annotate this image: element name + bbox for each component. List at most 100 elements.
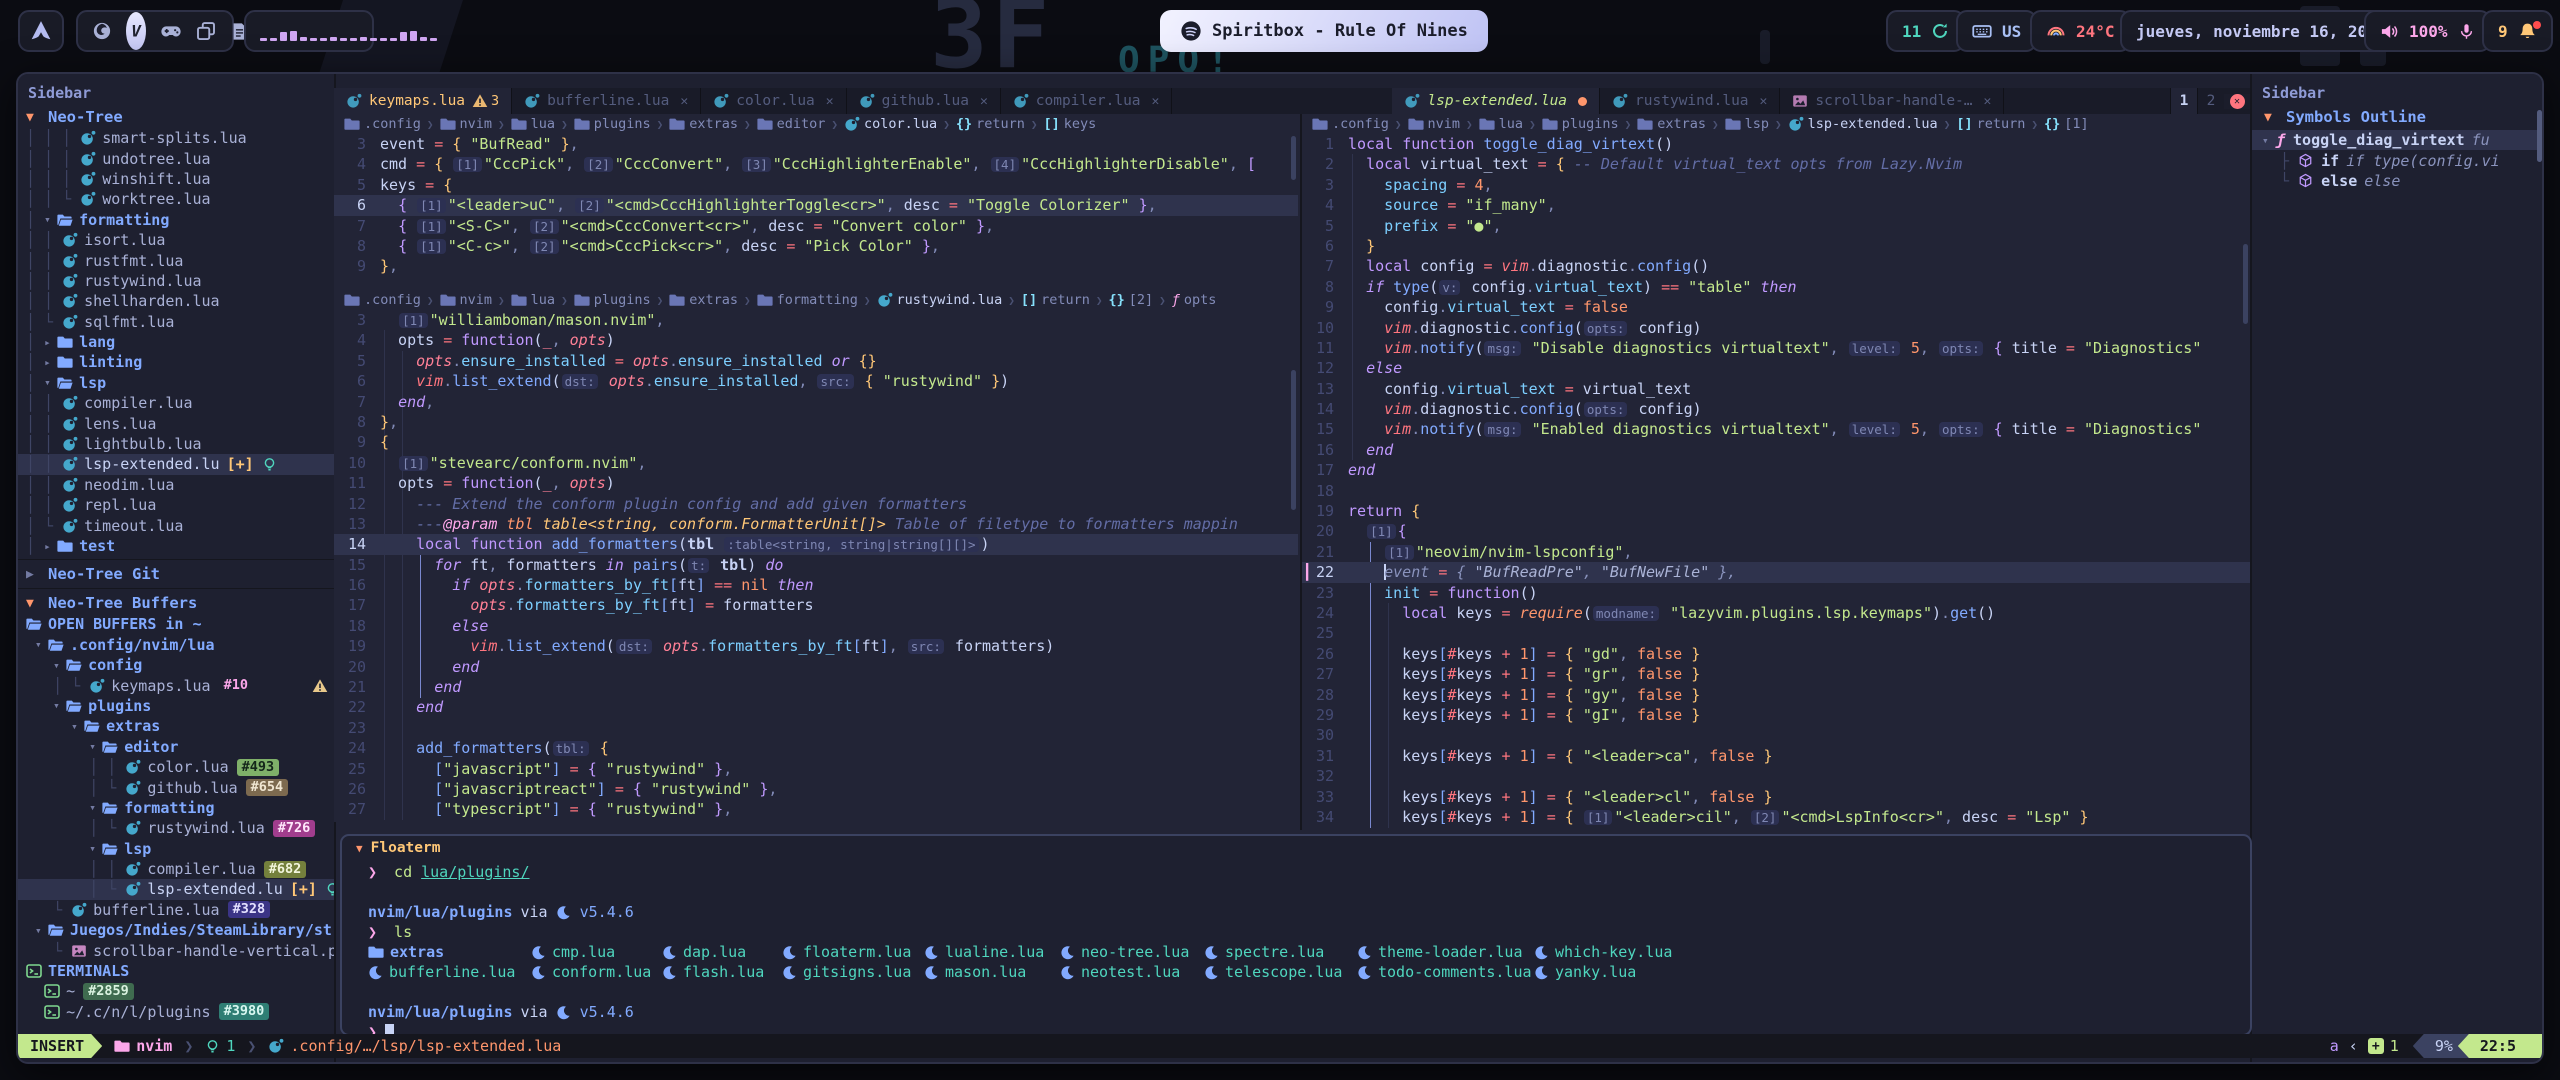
breadcrumb-item[interactable]: .config [1332, 116, 1389, 132]
tab-rustywind.lua[interactable]: rustywind.lua✕ [1600, 88, 1780, 114]
code-line[interactable]: 23 [334, 718, 1298, 738]
ls-file-entry[interactable]: which-key.lua [1534, 942, 1672, 962]
pane-scrollbar[interactable] [2243, 244, 2248, 324]
code-line[interactable]: 20 [1]{ [1302, 521, 2250, 541]
tree-item-repl.lua[interactable]: │ │ repl.lua [18, 495, 334, 515]
tree-item-.config-nvim-lua[interactable]: ▾.config/nvim/lua [18, 635, 334, 655]
tree-item-neodim.lua[interactable]: │ │ neodim.lua [18, 475, 334, 495]
tree-item-github.lua[interactable]: │ └ github.lua#654 [18, 777, 334, 797]
outline-item-if[interactable]: ├ ifif type(config.vi [2252, 150, 2544, 170]
tree-item-extras[interactable]: ▾extras [18, 716, 334, 736]
workspace-firefox[interactable] [92, 16, 112, 46]
code-line[interactable]: 22 end [334, 697, 1298, 717]
breadcrumb-item[interactable]: plugins [594, 116, 651, 132]
ls-file-entry[interactable]: neotest.lua [1060, 962, 1204, 982]
breadcrumb-item[interactable]: color.lua [864, 116, 937, 132]
code-line[interactable]: 5 opts.ensure_installed = opts.ensure_in… [334, 351, 1298, 371]
media-player-widget[interactable]: Spiritbox - Rule Of Nines [1160, 10, 1488, 52]
tree-item-juegos-indies-steamlibrary-st[interactable]: ▾Juegos/Indies/SteamLibrary/st [18, 920, 334, 940]
breadcrumb-item[interactable]: lsp-extended.lua [1808, 116, 1938, 132]
code-line[interactable]: 5keys = { [334, 175, 1298, 195]
keyboard-layout-widget[interactable]: US [1956, 10, 2037, 52]
code-line[interactable]: 25 [1302, 623, 2250, 643]
breadcrumb-item[interactable]: extras [689, 292, 738, 308]
tree-item-worktree.lua[interactable]: │ │ └ worktree.lua [18, 189, 334, 209]
breadcrumb-item[interactable]: return [976, 116, 1025, 132]
code-line[interactable]: 7 end, [334, 392, 1298, 412]
tree-item-rustywind.lua[interactable]: │ │ rustywind.lua [18, 271, 334, 291]
terminal-line[interactable] [368, 982, 2240, 1002]
tab-close-icon[interactable]: ✕ [1760, 94, 1768, 109]
tab-lsp-extended.lua[interactable]: lsp-extended.lua [1392, 88, 1600, 114]
breadcrumb-item[interactable]: .config [364, 116, 421, 132]
code-line[interactable]: 13 ---@param tbl table<string, conform.F… [334, 514, 1298, 534]
tree-item-rustywind.lua[interactable]: │ └ rustywind.lua#726 [18, 818, 334, 838]
tab-close-all-button[interactable]: ✕ [2224, 94, 2250, 109]
editor-pane-color[interactable]: 3event = { "BufRead" },4cmd = { [1]"CccP… [334, 134, 1298, 290]
tree-item-color.lua[interactable]: │ │ color.lua#493 [18, 757, 334, 777]
breadcrumb-item[interactable]: nvim [460, 292, 493, 308]
code-line[interactable]: 11 vim.notify(msg: "Disable diagnostics … [1302, 338, 2250, 358]
notifications-widget[interactable]: 9 [2482, 10, 2553, 52]
breadcrumb-item[interactable]: rustywind.lua [897, 292, 1003, 308]
tree-item-lsp-extended.lu[interactable]: │ └ lsp-extended.lu[+] [18, 879, 334, 899]
tree-item-keymaps.lua[interactable]: │ └ keymaps.lua#10 [18, 675, 334, 695]
code-line[interactable]: 25 ["javascript"] = { "rustywind" }, [334, 759, 1298, 779]
terminal-line[interactable]: bufferline.luaconform.luaflash.luagitsig… [368, 962, 2240, 982]
sidebar-section-neo-tree[interactable]: ▼Neo-Tree [18, 106, 334, 128]
ls-file-entry[interactable]: theme-loader.lua [1357, 942, 1534, 962]
code-line[interactable]: 26 ["javascriptreact"] = { "rustywind" }… [334, 779, 1298, 799]
ls-file-entry[interactable]: floaterm.lua [782, 942, 924, 962]
code-line[interactable]: 23 init = function() [1302, 583, 2250, 603]
floaterm-terminal[interactable]: ▼ Floaterm ❯ cdlua/plugins/nvim/lua/plug… [340, 834, 2252, 1036]
tree-item-smart-splits.lua[interactable]: │ │ │ smart-splits.lua [18, 128, 334, 148]
breadcrumb-item[interactable]: plugins [594, 292, 651, 308]
editor-pane-lsp-extended[interactable]: 1local function toggle_diag_virtext()2 l… [1302, 134, 2250, 830]
breadcrumb-item[interactable]: lua [531, 292, 555, 308]
code-line[interactable]: 8}, [334, 412, 1298, 432]
code-line[interactable]: 5 prefix = "●", [1302, 216, 2250, 236]
code-line[interactable]: ▎22 event = { "BufReadPre", "BufNewFile"… [1302, 562, 2250, 582]
tree-item-test[interactable]: │ ▸test [18, 536, 334, 556]
tab-close-icon[interactable]: ✕ [1152, 94, 1160, 109]
code-line[interactable]: 32 [1302, 766, 2250, 786]
tab-keymaps.lua[interactable]: keymaps.lua3 [334, 88, 512, 114]
code-line[interactable]: 21 [1]"neovim/nvim-lspconfig", [1302, 542, 2250, 562]
tree-item-~[interactable]: ~#2859 [18, 981, 334, 1001]
outline-item-toggle_diag_virtext[interactable]: ▾ƒtoggle_diag_virtextfu [2252, 130, 2544, 150]
terminal-line[interactable]: nvim/lua/pluginsvia v5.4.6 [368, 902, 2240, 922]
ls-file-entry[interactable]: spectre.lua [1204, 942, 1357, 962]
pane-scrollbar[interactable] [1291, 370, 1296, 510]
code-line[interactable]: 20 end [334, 657, 1298, 677]
code-line[interactable]: 19return { [1302, 501, 2250, 521]
tree-item-plugins[interactable]: ▾plugins [18, 696, 334, 716]
tree-item-linting[interactable]: │ ▸linting [18, 352, 334, 372]
code-line[interactable]: 34 keys[#keys + 1] = { [1]"<leader>cil",… [1302, 807, 2250, 827]
ls-file-entry[interactable]: flash.lua [662, 962, 782, 982]
code-line[interactable]: 1local function toggle_diag_virtext() [1302, 134, 2250, 154]
code-line[interactable]: 17end [1302, 460, 2250, 480]
tab-color.lua[interactable]: color.lua✕ [701, 88, 846, 114]
tree-item-lsp-extended.lu[interactable]: │ │ lsp-extended.lu[+] [18, 454, 334, 474]
tree-item-lsp[interactable]: │ ▾lsp [18, 373, 334, 393]
code-line[interactable]: 27 keys[#keys + 1] = { "gr", false } [1302, 664, 2250, 684]
code-line[interactable]: 7 local config = vim.diagnostic.config() [1302, 256, 2250, 276]
code-line[interactable]: 26 keys[#keys + 1] = { "gd", false } [1302, 644, 2250, 664]
tree-item-scrollbar-handle-vertical.p[interactable]: └ scrollbar-handle-vertical.p [18, 940, 334, 960]
ls-dir-entry[interactable]: extras [368, 942, 531, 962]
tree-item-timeout.lua[interactable]: │ └ timeout.lua [18, 515, 334, 535]
code-line[interactable]: 13 config.virtual_text = virtual_text [1302, 379, 2250, 399]
tree-item-open-buffers-in-~[interactable]: OPEN BUFFERS in ~ [18, 614, 334, 634]
tree-item-formatting[interactable]: │ ▾formatting [18, 210, 334, 230]
breadcrumb-item[interactable]: [2] [1129, 292, 1153, 308]
breadcrumb-item[interactable]: return [1977, 116, 2026, 132]
code-line[interactable]: 11 opts = function(_, opts) [334, 473, 1298, 493]
code-line[interactable]: 27 ["typescript"] = { "rustywind" }, [334, 799, 1298, 819]
ls-file-entry[interactable]: yanky.lua [1534, 962, 1636, 982]
breadcrumb-item[interactable]: [1] [2064, 116, 2088, 132]
code-line[interactable]: 24 local keys = require(modname: "lazyvi… [1302, 603, 2250, 623]
tree-item-editor[interactable]: ▾editor [18, 737, 334, 757]
code-line[interactable]: 8 { [1]"<C-c>", [2]"<cmd>CccPick<cr>", d… [334, 236, 1298, 256]
symbols-outline-header[interactable]: ▼ Symbols Outline [2256, 106, 2426, 128]
tree-item-undotree.lua[interactable]: │ │ │ undotree.lua [18, 148, 334, 168]
